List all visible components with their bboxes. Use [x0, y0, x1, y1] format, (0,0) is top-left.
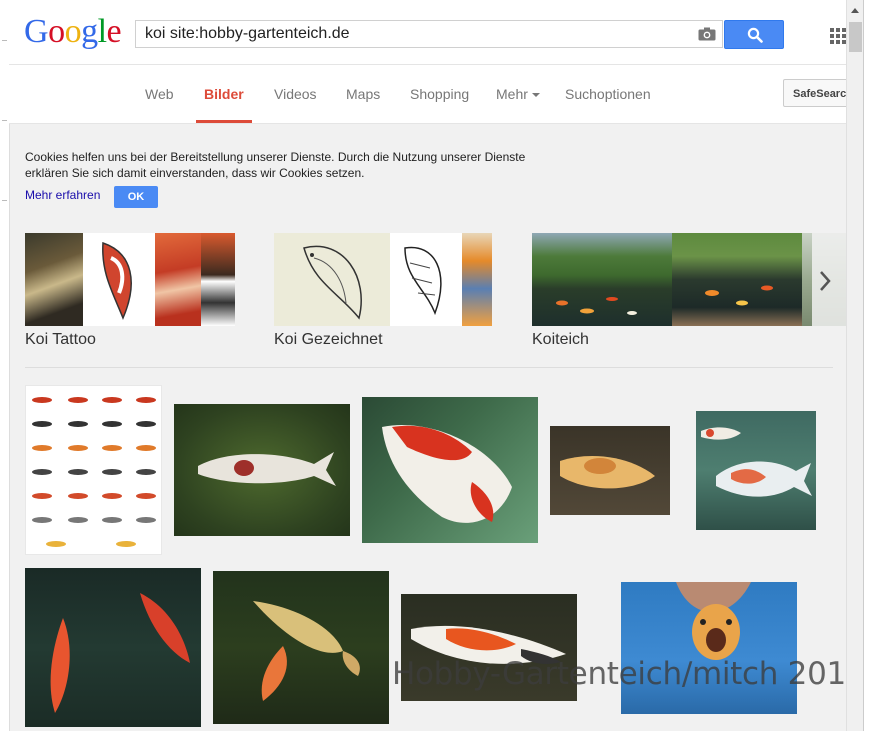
- thumbnail-image: [25, 233, 83, 326]
- koi-photo-graphic: [701, 427, 812, 497]
- related-search-koi-gezeichnet[interactable]: [274, 233, 492, 326]
- vertical-scrollbar[interactable]: [846, 0, 864, 731]
- thumbnail-image: [672, 233, 802, 326]
- thumbnail-image: [532, 233, 672, 326]
- image-result-koi-varieties-chart[interactable]: [25, 385, 162, 555]
- tab-bilder[interactable]: Bilder: [196, 65, 252, 123]
- window-right-edge: [863, 0, 874, 731]
- scroll-up-arrow-icon[interactable]: [851, 8, 859, 13]
- logo-letter: g: [81, 13, 98, 50]
- tab-shopping[interactable]: Shopping: [410, 65, 469, 123]
- koi-photo-graphic: [560, 456, 655, 489]
- logo-letter: o: [64, 13, 82, 50]
- chevron-right-icon: [820, 271, 831, 291]
- search-input[interactable]: [136, 21, 685, 47]
- koi-photo-graphic: [253, 601, 360, 701]
- koi-photo-graphic: [50, 593, 190, 713]
- koi-photo-graphic: [382, 425, 512, 523]
- search-box: [135, 20, 723, 48]
- search-button[interactable]: [724, 20, 784, 49]
- thumbnail-image: [155, 233, 201, 326]
- tab-suchoptionen[interactable]: Suchoptionen: [565, 65, 651, 123]
- google-logo[interactable]: Google: [24, 13, 122, 51]
- logo-letter: l: [97, 13, 107, 50]
- image-result-red-koi-dark-water[interactable]: [25, 568, 201, 727]
- learn-more-link[interactable]: Mehr erfahren: [25, 188, 100, 202]
- koi-chart-graphic: [32, 397, 156, 547]
- logo-letter: e: [106, 13, 122, 50]
- browser-page: Google Web Bilder Videos Maps: [0, 0, 874, 731]
- logo-letter: o: [48, 13, 65, 50]
- cookie-notice: Cookies helfen uns bei der Bereitstellun…: [25, 149, 585, 181]
- search-icon: [747, 27, 763, 43]
- section-divider: [25, 367, 833, 368]
- scrollbar-thumb[interactable]: [849, 22, 862, 52]
- image-result-orange-koi[interactable]: [550, 426, 670, 515]
- tab-web[interactable]: Web: [145, 65, 174, 123]
- related-search-label[interactable]: Koiteich: [532, 331, 589, 349]
- image-result-yellow-koi[interactable]: [213, 571, 389, 724]
- koi-photo-graphic: [676, 582, 751, 660]
- image-result-koi-pond[interactable]: [696, 411, 816, 530]
- thumbnail-image: [274, 233, 390, 326]
- tab-videos[interactable]: Videos: [274, 65, 317, 123]
- carousel-next-button[interactable]: [812, 233, 846, 326]
- related-search-koi-tattoo[interactable]: [25, 233, 235, 326]
- koi-photo-graphic: [198, 452, 336, 486]
- thumbnail-image: [201, 233, 235, 326]
- image-result-dead-koi-on-grass[interactable]: [174, 404, 350, 536]
- related-search-label[interactable]: Koi Tattoo: [25, 331, 96, 349]
- caret-down-icon: [531, 93, 540, 98]
- tab-mehr[interactable]: Mehr: [496, 65, 540, 123]
- related-search-label[interactable]: Koi Gezeichnet: [274, 331, 383, 349]
- thumbnail-image: [462, 233, 492, 326]
- apps-grid-icon[interactable]: [830, 28, 846, 44]
- tab-mehr-label: Mehr: [496, 86, 528, 102]
- thumbnail-image: [390, 233, 462, 326]
- search-header: Google: [9, 0, 846, 65]
- related-search-koiteich[interactable]: [532, 233, 846, 326]
- image-result-koi-in-net[interactable]: [362, 397, 538, 543]
- watermark-text: Hobby-Gartenteich/mitch 2015: [392, 656, 866, 692]
- cookie-ok-button[interactable]: OK: [114, 186, 158, 208]
- thumbnail-image: [83, 233, 155, 326]
- search-tabs: Web Bilder Videos Maps Shopping Mehr Suc…: [9, 65, 863, 124]
- tab-maps[interactable]: Maps: [346, 65, 380, 123]
- cookie-text-line: Cookies helfen uns bei der Bereitstellun…: [25, 150, 526, 164]
- camera-icon[interactable]: [698, 27, 716, 41]
- logo-letter: G: [24, 13, 49, 50]
- image-result-koi-eating-from-hand[interactable]: [621, 582, 797, 714]
- cookie-text-line: erklären Sie sich damit einverstanden, d…: [25, 166, 365, 180]
